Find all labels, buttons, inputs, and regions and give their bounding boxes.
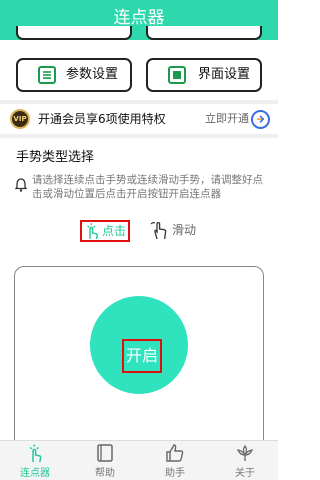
- book-icon: [97, 444, 113, 462]
- gesture-slide-label: 滑动: [172, 223, 197, 237]
- cut-off-top-button-right[interactable]: [146, 26, 262, 40]
- divider: [0, 134, 278, 138]
- params-settings-button[interactable]: 参数设置: [16, 58, 132, 92]
- tab-help[interactable]: 帮助: [70, 441, 140, 480]
- gesture-hint: 请选择连续点击手势或连续滑动手势，请调整好点击或滑动位置后点击开启按钮开启连点器: [32, 174, 263, 200]
- lotus-icon: [236, 444, 254, 461]
- gesture-click-option[interactable]: 点击: [80, 220, 130, 242]
- params-settings-label: 参数设置: [66, 67, 119, 82]
- start-button-label: 开启: [125, 346, 158, 365]
- tab-help-label: 帮助: [95, 468, 115, 479]
- tab-about[interactable]: 关于: [210, 441, 280, 480]
- app-header: 连点器: [0, 0, 278, 40]
- start-label-highlight[interactable]: 开启: [122, 339, 162, 373]
- ui-settings-label: 界面设置: [198, 67, 251, 82]
- cut-off-top-button-left[interactable]: [16, 26, 132, 40]
- swipe-hand-icon: [150, 221, 167, 240]
- tab-about-label: 关于: [235, 468, 255, 479]
- square-icon: [168, 66, 186, 84]
- vip-text: 开通会员享6项使用特权: [38, 112, 166, 126]
- vip-open-link[interactable]: 立即开通: [205, 104, 249, 134]
- tab-assistant[interactable]: 助手: [140, 441, 210, 480]
- tap-icon: [87, 223, 98, 240]
- list-icon: [38, 66, 56, 84]
- tab-clicker-label: 连点器: [20, 468, 50, 479]
- tab-clicker[interactable]: 连点器: [0, 441, 70, 480]
- thumbs-up-icon: [166, 444, 184, 462]
- gesture-slide-option[interactable]: 滑动: [150, 220, 210, 242]
- gesture-section-title: 手势类型选择: [16, 150, 95, 165]
- tab-assistant-label: 助手: [165, 468, 185, 479]
- tap-icon: [29, 444, 42, 463]
- vip-icon: VIP: [10, 109, 30, 129]
- vip-banner[interactable]: VIP 开通会员享6项使用特权 立即开通: [0, 104, 278, 134]
- ui-settings-button[interactable]: 界面设置: [146, 58, 262, 92]
- bottom-tab-bar: 连点器 帮助 助手 关于: [0, 440, 278, 480]
- bell-icon: [15, 178, 27, 192]
- arrow-right-icon[interactable]: [251, 110, 270, 129]
- gesture-click-label: 点击: [102, 224, 127, 238]
